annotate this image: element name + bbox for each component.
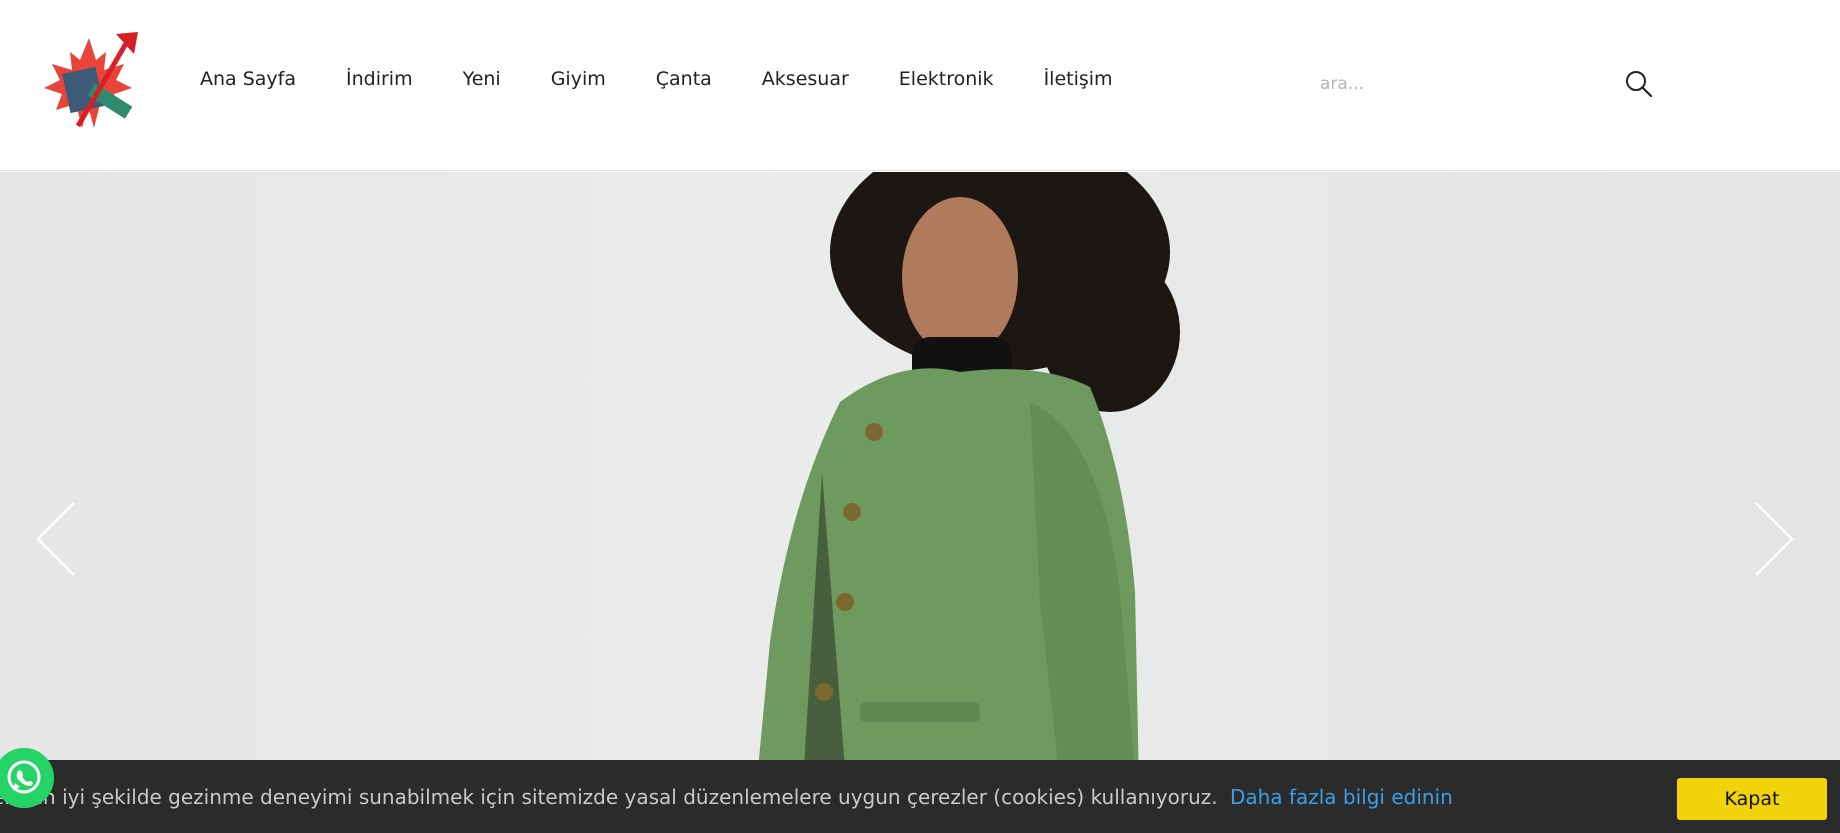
coat-button (836, 593, 854, 611)
hero-slider[interactable] (0, 172, 1840, 833)
site-header: Ana Sayfa İndirim Yeni Giyim Çanta Akses… (0, 0, 1840, 171)
nav-home[interactable]: Ana Sayfa (200, 68, 296, 90)
coat-button (815, 683, 833, 701)
nav-sale[interactable]: İndirim (346, 68, 413, 90)
chevron-left-icon[interactable] (34, 499, 78, 579)
nav-electronics[interactable]: Elektronik (899, 68, 994, 90)
cookie-text: ere en iyi şekilde gezinme deneyimi suna… (0, 785, 1218, 809)
site-logo[interactable] (36, 30, 142, 136)
nav-bags[interactable]: Çanta (656, 68, 712, 90)
hero-slide-image (752, 172, 1180, 833)
main-nav: Ana Sayfa İndirim Yeni Giyim Çanta Akses… (200, 68, 1113, 90)
learn-more-link[interactable]: Daha fazla bilgi edinin (1230, 785, 1453, 809)
search-icon[interactable] (1624, 69, 1654, 99)
coat-button (865, 423, 883, 441)
close-cookie-button[interactable]: Kapat (1677, 778, 1827, 820)
cookie-message: ere en iyi şekilde gezinme deneyimi suna… (0, 782, 1660, 812)
search-input[interactable] (1318, 66, 1622, 102)
nav-new[interactable]: Yeni (463, 68, 501, 90)
model-pocket-flap (860, 702, 980, 722)
model-face (902, 197, 1018, 357)
nav-contact[interactable]: İletişim (1044, 68, 1113, 90)
nav-accessories[interactable]: Aksesuar (762, 68, 849, 90)
chevron-right-icon[interactable] (1752, 499, 1796, 579)
coat-button (843, 503, 861, 521)
cookie-consent-bar: ere en iyi şekilde gezinme deneyimi suna… (0, 760, 1840, 833)
nav-clothing[interactable]: Giyim (551, 68, 606, 90)
cookie-message-line: ere en iyi şekilde gezinme deneyimi suna… (0, 782, 1453, 812)
